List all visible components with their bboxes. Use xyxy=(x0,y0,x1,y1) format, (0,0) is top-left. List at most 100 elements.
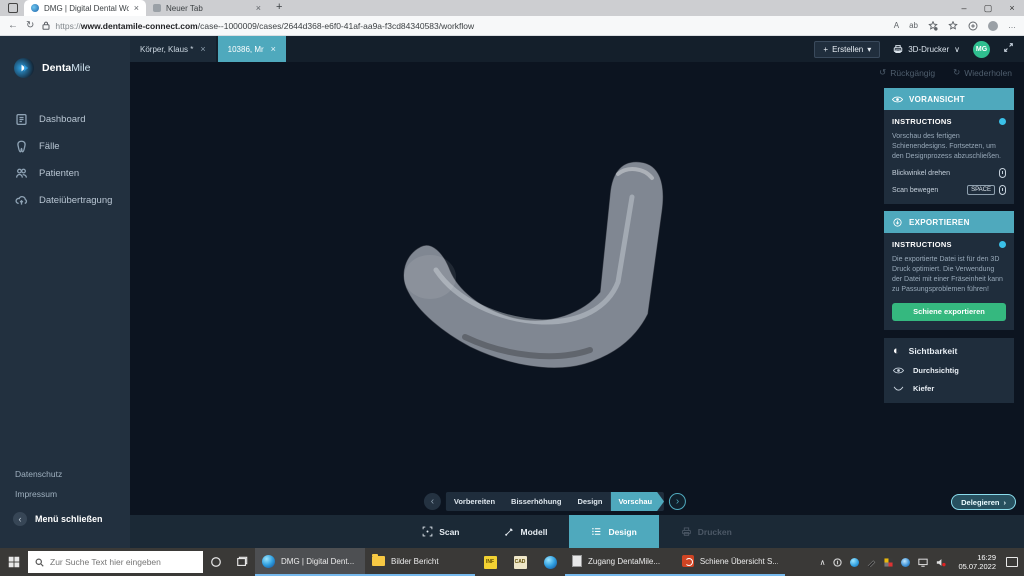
browser-profile-avatar[interactable] xyxy=(988,21,998,31)
url-field[interactable]: https://www.dentamile-connect.com/case--… xyxy=(42,21,885,31)
pen-tray-icon[interactable] xyxy=(867,558,876,567)
export-panel-header[interactable]: EXPORTIEREN xyxy=(884,211,1014,233)
hidden-icons-chevron[interactable]: ∧ xyxy=(820,558,826,567)
sidebar-item-dashboard[interactable]: Dashboard xyxy=(0,106,130,133)
close-menu-button[interactable]: ‹ Menü schließen xyxy=(0,504,130,526)
visibility-item-jaw[interactable]: Kiefer xyxy=(893,384,1005,393)
sidebar-item-patienten[interactable]: Patienten xyxy=(0,160,130,187)
scan-icon xyxy=(422,526,433,537)
step-next-button[interactable]: › xyxy=(669,493,686,510)
case-tabbar: Körper, Klaus * × 10386, Mr × +Erstellen… xyxy=(130,36,1024,62)
visibility-item-transparent[interactable]: Durchsichtig xyxy=(893,366,1005,375)
read-aloud-icon[interactable]: A xyxy=(894,21,899,30)
3d-viewport[interactable]: ↺Rückgängig ↻Wiederholen VORANSICHT xyxy=(130,62,1024,548)
case-tab-10386[interactable]: 10386, Mr × xyxy=(218,36,286,62)
case-tab-close-icon[interactable]: × xyxy=(271,44,276,54)
display-tray-icon[interactable] xyxy=(918,558,928,567)
sidebar-item-label: Patienten xyxy=(39,168,79,179)
start-button[interactable] xyxy=(0,548,28,576)
close-window-button[interactable]: × xyxy=(1000,0,1024,16)
minimize-button[interactable]: – xyxy=(952,0,976,16)
header-controls: +Erstellen▾ 3D-Drucker ∨ MG xyxy=(814,36,1024,62)
browser-ball-icon xyxy=(544,556,557,569)
mode-modell-button[interactable]: Modell xyxy=(482,515,570,548)
dental-scan-model[interactable] xyxy=(370,142,730,402)
collections-icon[interactable] xyxy=(968,21,978,31)
step-bisserhoehung[interactable]: Bisserhöhung xyxy=(503,492,569,511)
edge-tray-icon[interactable] xyxy=(850,558,859,567)
case-tab-koerper[interactable]: Körper, Klaus * × xyxy=(130,36,216,62)
browser-tab-active[interactable]: DMG | Digital Dental Workflow P × xyxy=(24,0,146,16)
workspace-icon[interactable] xyxy=(8,3,18,13)
dmg-favicon xyxy=(31,4,39,12)
clock-time: 16:29 xyxy=(958,553,996,562)
delegate-button[interactable]: Delegieren › xyxy=(951,494,1016,510)
export-icon xyxy=(892,218,903,227)
sidebar-item-faelle[interactable]: Fälle xyxy=(0,133,130,160)
instructions-toggle[interactable] xyxy=(999,118,1006,125)
step-vorschau[interactable]: Vorschau xyxy=(610,492,664,511)
brand-name: DentaMile xyxy=(42,62,90,74)
search-input[interactable] xyxy=(50,557,196,567)
step-vorbereiten[interactable]: Vorbereiten xyxy=(446,492,503,511)
action-center-icon[interactable] xyxy=(1006,557,1018,567)
new-tab-button[interactable]: + xyxy=(268,0,290,16)
back-button[interactable]: ← xyxy=(8,20,18,31)
reload-button[interactable]: ↻ xyxy=(26,20,34,31)
document-icon xyxy=(572,555,582,567)
case-tab-label: 10386, Mr xyxy=(228,45,264,54)
favorites-settings-icon[interactable] xyxy=(928,21,938,31)
preview-panel-header[interactable]: VORANSICHT xyxy=(884,88,1014,110)
tab-close-icon[interactable]: × xyxy=(134,3,139,13)
user-avatar[interactable]: MG xyxy=(973,41,990,58)
undo-button[interactable]: ↺Rückgängig xyxy=(879,67,935,78)
taskbar-app-dmg[interactable]: DMG | Digital Dent... xyxy=(255,548,365,576)
redo-button[interactable]: ↻Wiederholen xyxy=(953,67,1012,78)
space-key-badge: SPACE xyxy=(967,185,995,195)
fullscreen-icon[interactable] xyxy=(1003,40,1014,58)
taskbar-app-bilder-bericht[interactable]: Bilder Bericht xyxy=(365,548,475,576)
favorites-star-icon[interactable] xyxy=(948,21,958,31)
taskbar-app-schiene[interactable]: Schiene Übersicht S... xyxy=(675,548,785,576)
printer-icon xyxy=(893,44,903,54)
taskbar-search[interactable] xyxy=(28,551,203,573)
settings-ellipsis-icon[interactable]: … xyxy=(1008,21,1016,30)
onedrive-icon[interactable] xyxy=(833,558,842,567)
export-panel-title: EXPORTIEREN xyxy=(909,218,970,227)
volume-muted-icon[interactable] xyxy=(936,558,946,567)
pinned-app-browser[interactable] xyxy=(535,548,565,576)
pinned-app-cad[interactable]: CAD xyxy=(505,548,535,576)
mode-design-button[interactable]: Design xyxy=(569,515,658,548)
impressum-link[interactable]: Impressum xyxy=(0,484,130,504)
eye-icon xyxy=(892,95,903,104)
security-tray-icon[interactable] xyxy=(884,558,893,567)
taskbar-app-zugang[interactable]: Zugang DentaMile... xyxy=(565,548,675,576)
jaw-arch-icon xyxy=(893,384,904,393)
immersive-reader-icon[interactable]: ab xyxy=(909,21,918,30)
task-view-button[interactable] xyxy=(229,548,255,576)
printer-dropdown[interactable]: 3D-Drucker ∨ xyxy=(893,44,960,54)
network-globe-icon[interactable] xyxy=(901,558,910,567)
main-area: Körper, Klaus * × 10386, Mr × +Erstellen… xyxy=(130,36,1024,548)
datenschutz-link[interactable]: Datenschutz xyxy=(0,464,130,484)
case-tab-close-icon[interactable]: × xyxy=(200,44,205,54)
cortana-button[interactable] xyxy=(203,548,229,576)
browser-addressbar: ← ↻ https://www.dentamile-connect.com/ca… xyxy=(0,16,1024,36)
export-splint-button[interactable]: Schiene exportieren xyxy=(892,303,1006,321)
mode-scan-button[interactable]: Scan xyxy=(400,515,481,548)
pinned-app-inf[interactable]: INF xyxy=(475,548,505,576)
mode-drucken-button[interactable]: Drucken xyxy=(659,515,754,548)
create-button[interactable]: +Erstellen▾ xyxy=(814,41,880,58)
sidebar-item-dateiuebertragung[interactable]: Dateiübertragung xyxy=(0,187,130,214)
taskbar-clock[interactable]: 16:29 05.07.2022 xyxy=(954,553,996,572)
browser-tab-newtab[interactable]: Neuer Tab × xyxy=(146,0,268,16)
search-icon xyxy=(35,558,44,567)
lock-icon xyxy=(42,21,50,30)
preview-instructions-text: Vorschau des fertigen Schienendesigns. F… xyxy=(892,132,1006,161)
cloud-upload-icon xyxy=(15,194,28,207)
instructions-toggle[interactable] xyxy=(999,241,1006,248)
maximize-button[interactable]: ▢ xyxy=(976,0,1000,16)
step-design[interactable]: Design xyxy=(569,492,610,511)
step-prev-button[interactable]: ‹ xyxy=(424,493,441,510)
tab-close-icon[interactable]: × xyxy=(256,3,261,13)
